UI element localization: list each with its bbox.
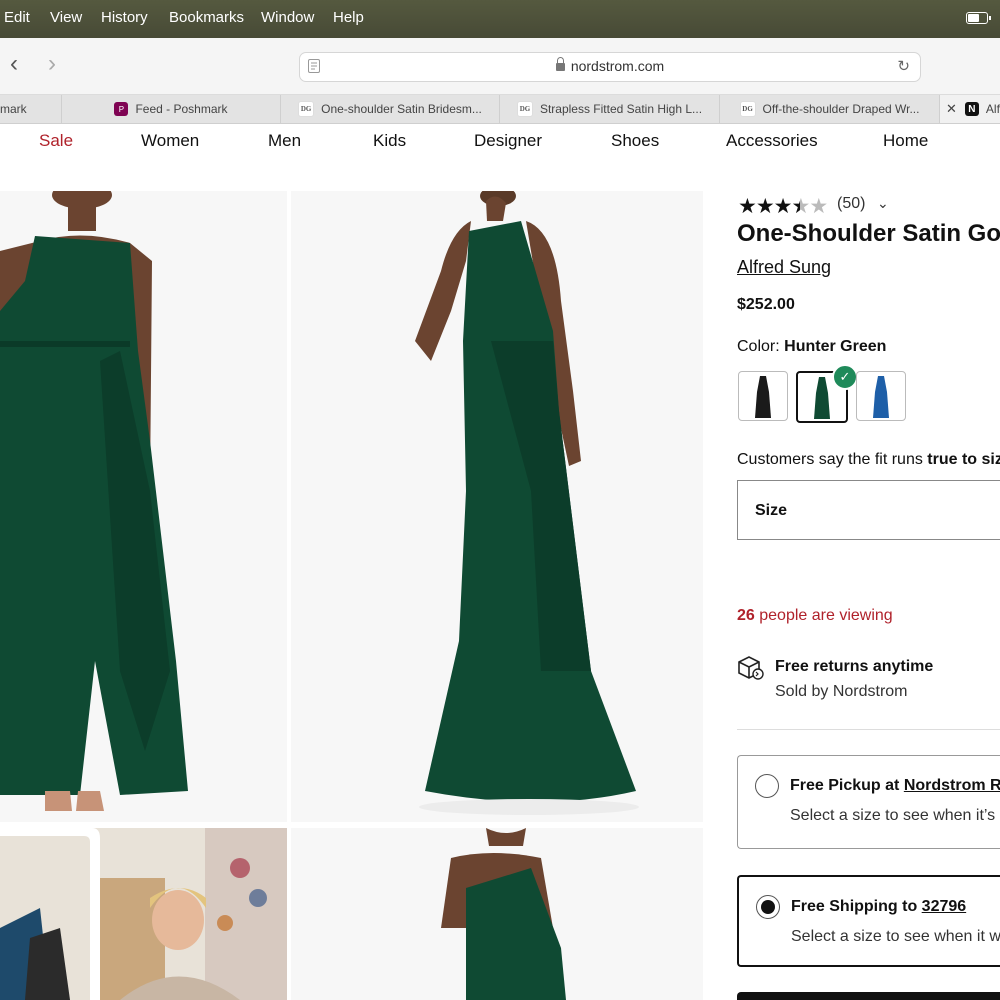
check-icon: ✓ xyxy=(832,364,858,390)
close-tab-icon[interactable]: ✕ xyxy=(946,101,957,117)
nav-kids[interactable]: Kids xyxy=(373,131,406,151)
nav-accessories[interactable]: Accessories xyxy=(726,131,818,151)
menu-window[interactable]: Window xyxy=(261,9,314,26)
star-icon: ★ xyxy=(773,195,793,218)
menu-bookmarks[interactable]: Bookmarks xyxy=(169,9,244,26)
viewing-text: people are viewing xyxy=(759,607,893,624)
poshmark-icon: P xyxy=(114,102,129,116)
color-value: Hunter Green xyxy=(784,338,887,355)
tab-active[interactable]: ✕ N Alf xyxy=(940,95,1000,123)
shipping-prefix: Free Shipping to xyxy=(791,898,918,915)
site-nav: Sale Women Men Kids Designer Shoes Acces… xyxy=(0,124,1000,160)
fit-text: Customers say the fit runs xyxy=(737,451,923,468)
star-icon: ★ xyxy=(738,195,757,218)
nav-sale[interactable]: Sale xyxy=(39,131,73,151)
swatch-black[interactable] xyxy=(738,371,788,421)
macos-menu-bar: Edit View History Bookmarks Window Help xyxy=(0,0,1000,38)
brand-link[interactable]: Alfred Sung xyxy=(737,257,831,278)
tab-off-shoulder[interactable]: DG Off-the-shoulder Draped Wr... xyxy=(720,95,940,123)
pickup-store-link[interactable]: Nordstrom Ra xyxy=(904,777,1000,794)
dg-icon: DG xyxy=(739,101,756,117)
tab-one-shoulder[interactable]: DG One-shoulder Satin Bridesm... xyxy=(281,95,500,123)
product-image-front[interactable] xyxy=(0,191,287,822)
reload-icon[interactable]: ↻ xyxy=(897,57,910,75)
fit-note: Customers say the fit runs true to siz xyxy=(737,451,1000,469)
pickup-prefix: Free Pickup at xyxy=(790,777,900,794)
tab-strapless[interactable]: DG Strapless Fitted Satin High L... xyxy=(500,95,720,123)
menu-edit[interactable]: Edit xyxy=(4,9,30,26)
divider xyxy=(737,729,1000,730)
back-icon[interactable]: ‹ xyxy=(10,52,18,76)
product-video-thumbnail[interactable] xyxy=(0,828,287,1000)
tab-label: Alf xyxy=(985,102,1000,116)
star-empty-icon: ★ xyxy=(809,195,828,218)
tab-label: Feed - Poshmark xyxy=(135,102,228,116)
returns-title: Free returns anytime xyxy=(775,658,934,675)
color-label: Color: xyxy=(737,338,780,355)
tab-label: Off-the-shoulder Draped Wr... xyxy=(762,102,920,116)
viewing-note: 26 people are viewing xyxy=(737,607,893,625)
returns-box-icon xyxy=(738,656,764,680)
product-image-closeup[interactable] xyxy=(291,828,703,1000)
add-to-bag-button[interactable] xyxy=(737,992,1000,1000)
chevron-down-icon[interactable]: ⌄ xyxy=(877,195,889,212)
dg-icon: DG xyxy=(516,101,533,117)
review-count[interactable]: (50) xyxy=(837,195,865,213)
shipping-radio[interactable] xyxy=(756,895,780,919)
menu-view[interactable]: View xyxy=(50,9,82,26)
browser-toolbar: ‹ › nordstrom.com ↻ xyxy=(0,38,1000,95)
tab-bar: mark P Feed - Poshmark DG One-shoulder S… xyxy=(0,95,1000,124)
tab-0[interactable]: mark xyxy=(0,95,62,123)
star-icon: ★ xyxy=(755,195,775,218)
battery-icon[interactable] xyxy=(966,12,991,24)
tab-label: Strapless Fitted Satin High L... xyxy=(539,102,703,116)
returns-sub: Sold by Nordstrom xyxy=(775,683,908,700)
product-title: One-Shoulder Satin Gow xyxy=(737,220,1000,247)
product-image-back[interactable] xyxy=(291,191,703,822)
nav-home[interactable]: Home xyxy=(883,131,928,151)
nav-designer[interactable]: Designer xyxy=(474,131,542,151)
shipping-option[interactable]: Free Shipping to 32796 Select a size to … xyxy=(737,875,1000,967)
url-text: nordstrom.com xyxy=(570,58,665,74)
menu-help[interactable]: Help xyxy=(333,9,364,26)
fit-value: true to siz xyxy=(927,451,1000,468)
color-row: Color: Hunter Green xyxy=(737,338,886,356)
product-price: $252.00 xyxy=(737,296,795,313)
shipping-sub: Select a size to see when it w xyxy=(791,928,1000,945)
nav-women[interactable]: Women xyxy=(141,131,199,151)
pickup-radio[interactable] xyxy=(755,774,779,798)
nav-shoes[interactable]: Shoes xyxy=(611,131,659,151)
lock-icon xyxy=(555,57,565,71)
tab-label: One-shoulder Satin Bridesm... xyxy=(321,102,482,116)
forward-icon[interactable]: › xyxy=(48,52,56,76)
size-label: Size xyxy=(755,502,788,519)
swatch-blue[interactable] xyxy=(856,371,906,421)
pickup-option[interactable]: Free Pickup at Nordstrom Ra Select a siz… xyxy=(737,755,1000,849)
nordstrom-icon: N xyxy=(964,102,979,116)
pickup-sub: Select a size to see when it’s a xyxy=(790,807,1000,824)
address-bar[interactable]: nordstrom.com ↻ xyxy=(299,52,921,82)
nav-men[interactable]: Men xyxy=(268,131,301,151)
viewing-count: 26 xyxy=(737,607,755,624)
tab-label: mark xyxy=(0,102,27,116)
star-half-icon: ★ xyxy=(791,195,810,218)
shipping-zip-link[interactable]: 32796 xyxy=(922,898,967,915)
tab-poshmark[interactable]: P Feed - Poshmark xyxy=(62,95,281,123)
dg-icon: DG xyxy=(298,101,315,117)
rating-stars[interactable]: ★★★★★ xyxy=(738,194,828,219)
size-select[interactable]: Size xyxy=(737,480,1000,540)
menu-history[interactable]: History xyxy=(101,9,148,26)
